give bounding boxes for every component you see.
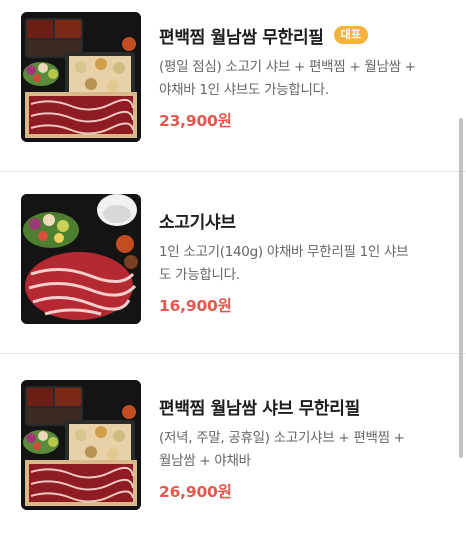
- menu-item[interactable]: 편백찜 월남쌈 무한리필 대표 (평일 점심) 소고기 샤브 + 편백찜 + 월…: [0, 0, 466, 171]
- menu-item-photo: [21, 380, 141, 510]
- menu-item-description: (저녁, 주말, 공휴일) 소고기샤브 + 편백찜 + 월남쌈 + 야채바: [159, 427, 444, 473]
- menu-item-title: 소고기샤브: [159, 212, 236, 233]
- menu-item-info: 편백찜 월남쌈 샤브 무한리필 (저녁, 주말, 공휴일) 소고기샤브 + 편백…: [159, 394, 449, 502]
- menu-item-title-row: 편백찜 월남쌈 무한리필 대표: [159, 23, 449, 48]
- menu-item-title: 편백찜 월남쌈 샤브 무한리필: [159, 398, 360, 419]
- menu-item-info: 소고기샤브 1인 소고기(140g) 야채바 무한리필 1인 샤브 도 가능합니…: [159, 208, 449, 316]
- description-line: 월남쌈 + 야채바: [159, 453, 251, 469]
- menu-item-title-row: 소고기샤브: [159, 208, 449, 233]
- description-line: (저녁, 주말, 공휴일) 소고기샤브 + 편백찜 +: [159, 430, 405, 446]
- menu-list: 편백찜 월남쌈 무한리필 대표 (평일 점심) 소고기 샤브 + 편백찜 + 월…: [0, 0, 466, 539]
- menu-item-price: 23,900원: [159, 112, 232, 130]
- menu-item-price: 26,900원: [159, 483, 232, 501]
- menu-item-title-row: 편백찜 월남쌈 샤브 무한리필: [159, 394, 449, 419]
- menu-item-info: 편백찜 월남쌈 무한리필 대표 (평일 점심) 소고기 샤브 + 편백찜 + 월…: [159, 23, 449, 131]
- menu-item-title: 편백찜 월남쌈 무한리필: [159, 27, 324, 48]
- description-line: (평일 점심) 소고기 샤브 + 편백찜 + 월남쌈 +: [159, 59, 416, 75]
- hinoki-box-platter-photo: [21, 380, 141, 510]
- description-line: 도 가능합니다.: [159, 267, 240, 283]
- menu-item[interactable]: 편백찜 월남쌈 샤브 무한리필 (저녁, 주말, 공휴일) 소고기샤브 + 편백…: [0, 354, 466, 539]
- menu-item-description: (평일 점심) 소고기 샤브 + 편백찜 + 월남쌈 + 야채바 1인 샤브도 …: [159, 56, 444, 102]
- description-line: 야채바 1인 샤브도 가능합니다.: [159, 82, 329, 98]
- menu-item-photo: [21, 194, 141, 324]
- beef-shabu-platter-photo: [21, 194, 141, 324]
- hinoki-box-platter-photo: [21, 12, 141, 142]
- description-line: 1인 소고기(140g) 야채바 무한리필 1인 샤브: [159, 244, 409, 260]
- menu-item-photo: [21, 12, 141, 142]
- menu-item[interactable]: 소고기샤브 1인 소고기(140g) 야채바 무한리필 1인 샤브 도 가능합니…: [0, 172, 466, 353]
- signature-badge: 대표: [333, 26, 368, 44]
- scrollbar[interactable]: [459, 118, 463, 458]
- menu-item-price: 16,900원: [159, 297, 232, 315]
- menu-item-description: 1인 소고기(140g) 야채바 무한리필 1인 샤브 도 가능합니다.: [159, 241, 444, 287]
